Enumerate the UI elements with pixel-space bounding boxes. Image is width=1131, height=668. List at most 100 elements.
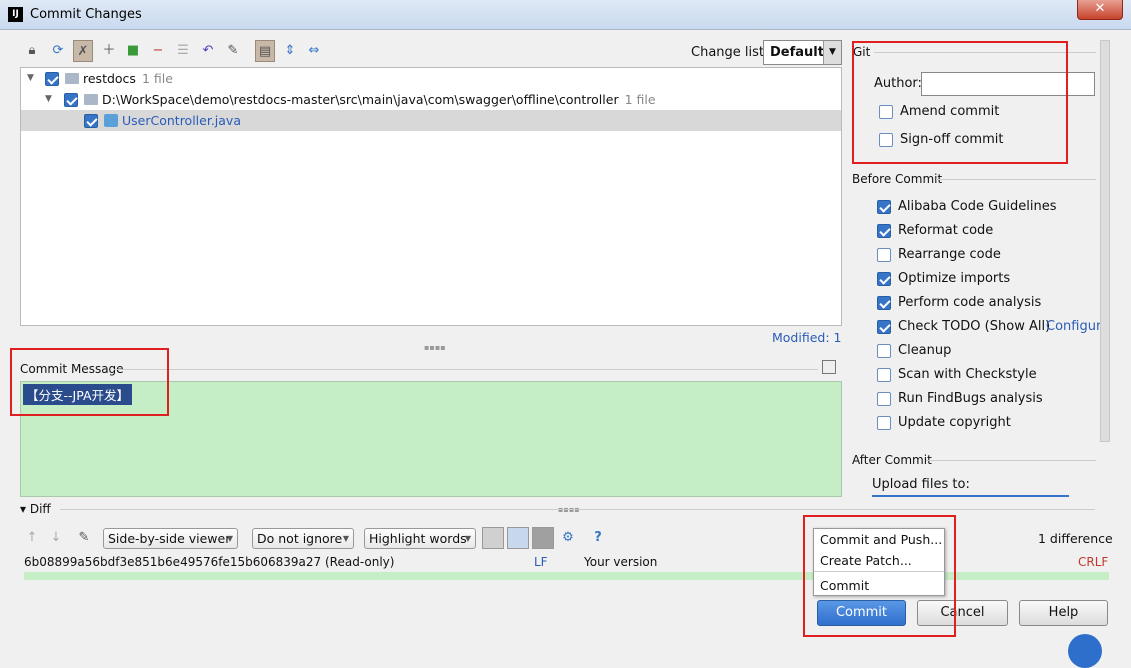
checkbox[interactable] xyxy=(877,320,891,334)
commit-button[interactable]: Commit xyxy=(817,600,906,626)
commit-options-menu: Commit and Push... Create Patch... Commi… xyxy=(813,528,945,596)
checkbox[interactable] xyxy=(877,368,891,382)
add-icon[interactable]: ＋ xyxy=(99,40,119,62)
upload-field[interactable] xyxy=(872,495,1069,497)
commit-changes-dialog: IJ Commit Changes ✕ 🔒︎ ⟳ ✗ ＋ ■ − ☰ ↶ ✎ ▤… xyxy=(0,0,1131,668)
checkbox[interactable] xyxy=(877,224,891,238)
checkbox[interactable] xyxy=(877,296,891,310)
tree-row-file[interactable]: UserController.java xyxy=(21,110,841,131)
prev-diff-icon[interactable]: ↑ xyxy=(22,527,42,549)
sync-scroll-icon[interactable] xyxy=(507,527,529,549)
menu-item-create-patch[interactable]: Create Patch... xyxy=(820,553,912,568)
checkbox-root[interactable] xyxy=(45,72,59,86)
dropdown-arrow-icon: ▼ xyxy=(226,534,233,543)
highlight-dropdown[interactable]: Highlight words ▼ xyxy=(364,528,476,549)
checkbox[interactable] xyxy=(877,344,891,358)
changelist-dropdown[interactable]: Default ▼ xyxy=(763,40,842,65)
diff-section-header[interactable]: ▾ Diff xyxy=(20,502,51,516)
tree-dir-path: D:\WorkSpace\demo\restdocs-master\src\ma… xyxy=(102,92,619,107)
splitter-handle[interactable]: ▪▪▪▪ xyxy=(424,343,446,352)
after-commit-title: After Commit xyxy=(852,453,932,467)
checkbox[interactable] xyxy=(877,200,891,214)
chevron-down-icon: ▼ xyxy=(823,41,841,64)
java-file-icon xyxy=(104,114,118,127)
tree-file-name: UserController.java xyxy=(122,113,241,128)
diff-label: Diff xyxy=(29,502,51,516)
tree-row-root[interactable]: ▼ restdocs 1 file xyxy=(21,68,841,89)
changes-tree: ▼ restdocs 1 file ▼ D:\WorkSpace\demo\res… xyxy=(20,67,842,326)
expand-arrow-icon[interactable]: ▼ xyxy=(27,68,34,89)
option-label: Check TODO (Show All) xyxy=(898,319,1051,334)
checkbox-amend[interactable] xyxy=(879,105,893,119)
commit-message-input[interactable]: 【分支--JPA开发】 xyxy=(20,381,842,497)
next-diff-icon[interactable]: ↓ xyxy=(46,527,66,549)
remove-icon[interactable]: − xyxy=(148,40,168,62)
checkbox[interactable] xyxy=(877,416,891,430)
commit-message-text: 【分支--JPA开发】 xyxy=(23,384,132,405)
divider xyxy=(936,179,1096,180)
cancel-button[interactable]: Cancel xyxy=(917,600,1008,626)
title-bar: IJ Commit Changes ✕ xyxy=(0,0,1131,30)
amend-label: Amend commit xyxy=(900,104,1000,119)
tree-root-count: 1 file xyxy=(141,71,173,86)
intellij-icon: IJ xyxy=(8,7,23,22)
folder-icon xyxy=(84,94,98,105)
expand-arrow-icon[interactable]: ▼ xyxy=(45,89,52,110)
option-label: Perform code analysis xyxy=(898,295,1042,310)
divider xyxy=(926,460,1096,461)
expand-all-icon[interactable]: ⇕ xyxy=(280,40,300,62)
option-label: Optimize imports xyxy=(898,271,1011,286)
options-scrollbar[interactable] xyxy=(1100,40,1110,442)
toggle-icon[interactable] xyxy=(532,527,554,549)
viewer-value: Side-by-side viewer xyxy=(108,531,231,546)
option-label: Update copyright xyxy=(898,415,1011,430)
checkbox-dir[interactable] xyxy=(64,93,78,107)
close-button[interactable]: ✕ xyxy=(1077,0,1123,20)
divider xyxy=(114,369,818,370)
gear-icon[interactable]: ⚙ xyxy=(558,527,578,549)
help-icon[interactable]: ? xyxy=(588,527,608,549)
diff-code-view[interactable] xyxy=(24,572,1109,580)
ignore-value: Do not ignore xyxy=(257,531,343,546)
checkbox-file[interactable] xyxy=(84,114,98,128)
move-icon[interactable]: ■ xyxy=(123,40,143,62)
group-by-directory-icon[interactable]: ▤ xyxy=(255,40,275,62)
dropdown-arrow-icon: ▼ xyxy=(342,534,349,543)
assistant-bubble-icon[interactable] xyxy=(1068,634,1102,668)
left-eol: LF xyxy=(534,555,548,569)
modified-count: Modified: 1 xyxy=(772,330,842,345)
changelist-value: Default xyxy=(770,45,824,60)
lock-icon[interactable]: 🔒︎ xyxy=(22,40,42,62)
checkbox-signoff[interactable] xyxy=(879,133,893,147)
refresh-icon[interactable]: ⟳ xyxy=(48,40,68,62)
checkbox[interactable] xyxy=(877,392,891,406)
group-icon[interactable]: ☰ xyxy=(173,40,193,62)
upload-label: Upload files to: xyxy=(872,477,970,492)
message-history-icon[interactable] xyxy=(822,360,836,374)
edit-icon[interactable]: ✎ xyxy=(223,40,243,62)
author-input[interactable] xyxy=(921,72,1095,96)
collapse-all-icon[interactable]: ⇔ xyxy=(304,40,324,62)
divider xyxy=(874,52,1096,53)
changelist-label: Change list: xyxy=(691,45,769,60)
right-eol: CRLF xyxy=(1078,555,1109,569)
menu-divider xyxy=(814,571,944,572)
edit-source-icon[interactable]: ✎ xyxy=(74,527,94,549)
ignore-dropdown[interactable]: Do not ignore ▼ xyxy=(252,528,354,549)
option-label: Cleanup xyxy=(898,343,952,358)
signoff-label: Sign-off commit xyxy=(900,132,1004,147)
show-diff-icon[interactable]: ✗ xyxy=(73,40,93,62)
align-icon[interactable] xyxy=(482,527,504,549)
option-label: Alibaba Code Guidelines xyxy=(898,199,1057,214)
help-button[interactable]: Help xyxy=(1019,600,1108,626)
viewer-dropdown[interactable]: Side-by-side viewer ▼ xyxy=(103,528,238,549)
checkbox[interactable] xyxy=(877,272,891,286)
menu-item-commit-and-push[interactable]: Commit and Push... xyxy=(820,532,942,547)
checkbox[interactable] xyxy=(877,248,891,262)
menu-item-commit[interactable]: Commit xyxy=(820,578,869,593)
tree-row-dir[interactable]: ▼ D:\WorkSpace\demo\restdocs-master\src\… xyxy=(21,89,841,110)
rollback-icon[interactable]: ↶ xyxy=(198,40,218,62)
folder-icon xyxy=(65,73,79,84)
dropdown-arrow-icon: ▼ xyxy=(464,534,471,543)
divider xyxy=(60,509,1095,510)
